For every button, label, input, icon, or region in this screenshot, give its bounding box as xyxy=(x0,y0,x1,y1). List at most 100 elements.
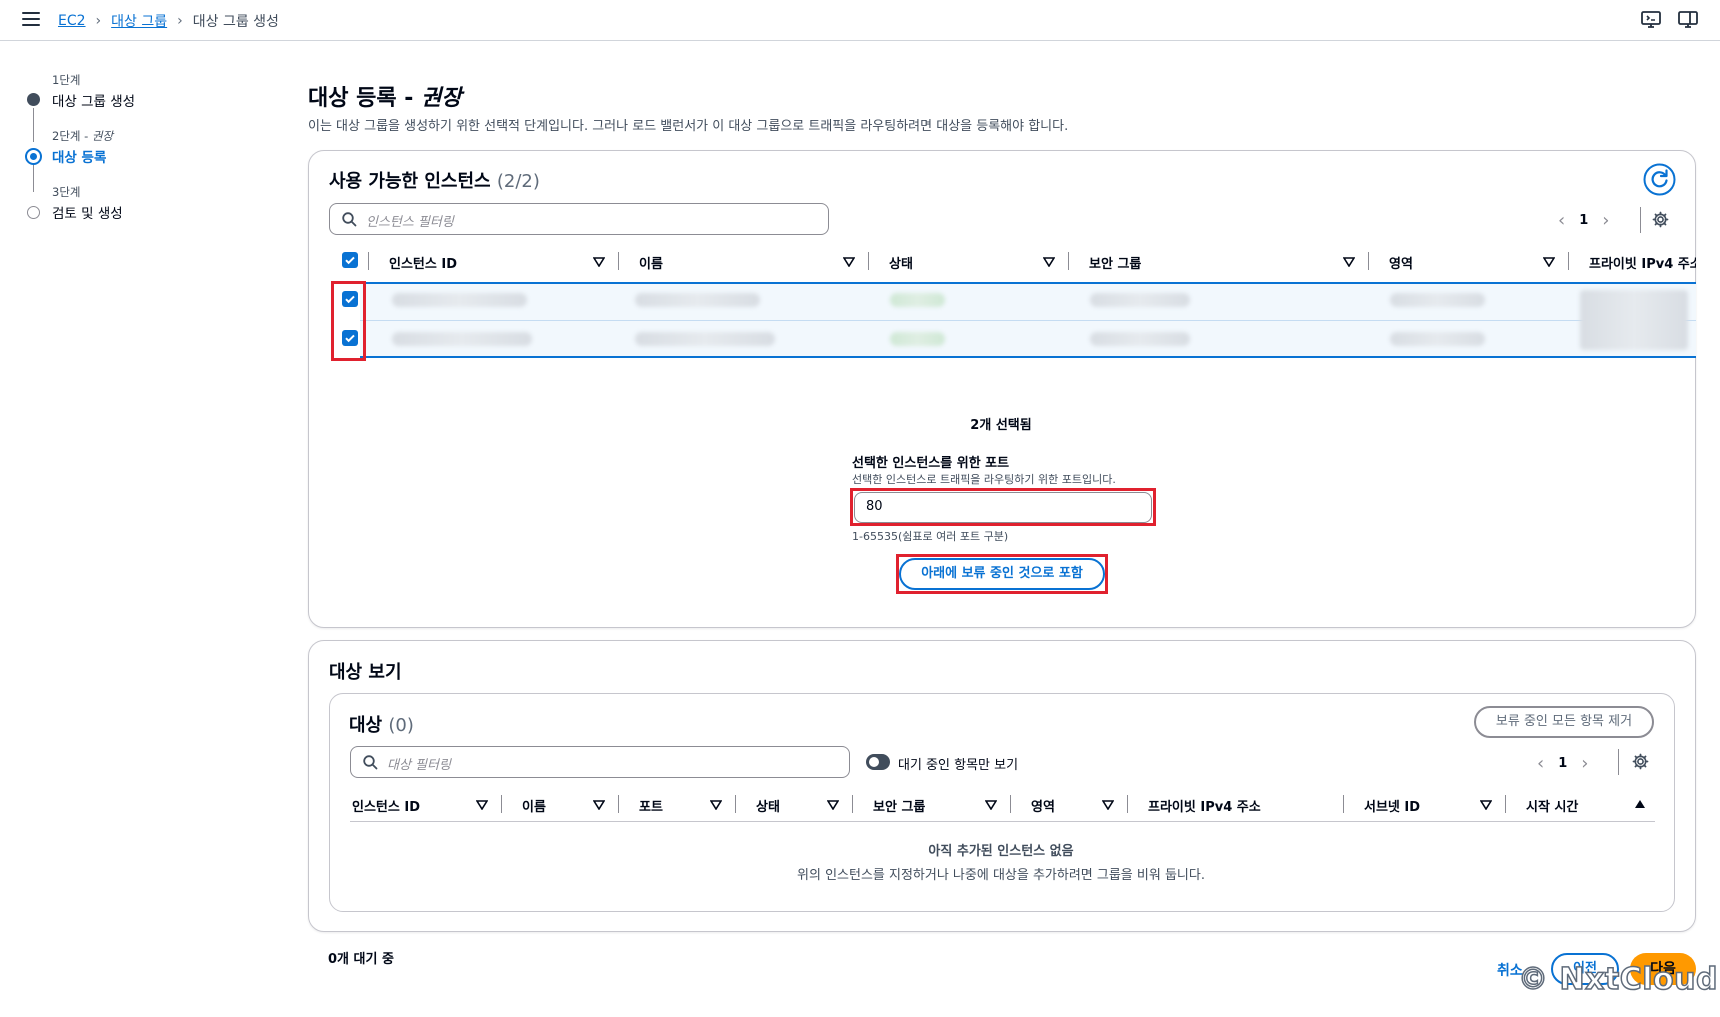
select-all-checkbox[interactable] xyxy=(342,252,358,268)
pending-only-label: 대기 중인 항목만 보기 xyxy=(898,758,1019,773)
step-3-number: 3단계 xyxy=(52,185,81,199)
selected-count: 2개 선택됨 xyxy=(970,418,1032,433)
pending-only-toggle[interactable] xyxy=(866,754,890,770)
column-divider xyxy=(501,795,502,813)
port-label: 선택한 인스턴스를 위한 포트 xyxy=(852,456,1010,471)
top-navigation-bar: EC2 › 대상 그룹 › 대상 그룹 생성 xyxy=(0,0,1720,41)
redacted-zone xyxy=(1390,293,1485,307)
column-header-name[interactable]: 이름 xyxy=(639,253,663,272)
menu-icon[interactable] xyxy=(22,12,40,26)
redacted-status xyxy=(890,293,945,307)
column-divider xyxy=(1368,252,1369,270)
column-divider xyxy=(1568,252,1569,270)
chevron-left-icon[interactable]: ‹ xyxy=(1537,753,1544,774)
step-1-label: 대상 그룹 생성 xyxy=(52,94,136,110)
breadcrumb-target-groups[interactable]: 대상 그룹 xyxy=(111,11,167,31)
target-column-zone[interactable]: 영역 xyxy=(1031,796,1055,815)
port-help-text: 선택한 인스턴스로 트래픽을 라우팅하기 위한 포트입니다. xyxy=(852,473,1116,486)
redacted-private-ipv4 xyxy=(1580,290,1688,350)
sort-down-icon[interactable] xyxy=(827,800,839,810)
step-1-number: 1단계 xyxy=(52,73,81,87)
sort-down-icon[interactable] xyxy=(1480,800,1492,810)
column-header-zone[interactable]: 영역 xyxy=(1389,253,1413,272)
empty-state-title: 아직 추가된 인스턴스 없음 xyxy=(928,844,1074,859)
sort-down-icon[interactable] xyxy=(1043,257,1055,267)
screen-split-icon[interactable] xyxy=(1678,11,1698,29)
available-instances-title: 사용 가능한 인스턴스 (2/2) xyxy=(329,171,540,192)
sort-down-icon[interactable] xyxy=(476,800,488,810)
highlight-include-button xyxy=(896,554,1108,594)
column-divider xyxy=(1068,252,1069,270)
sort-down-icon[interactable] xyxy=(1343,257,1355,267)
step-3-pending-dot xyxy=(27,206,40,219)
target-column-subnet-id[interactable]: 서브넷 ID xyxy=(1364,796,1420,815)
redacted-zone xyxy=(1390,332,1485,346)
pending-count: 0개 대기 중 xyxy=(328,952,394,967)
chevron-left-icon[interactable]: ‹ xyxy=(1558,210,1565,231)
remove-all-pending-button[interactable]: 보류 중인 모든 항목 제거 xyxy=(1474,706,1654,738)
step-connector xyxy=(33,164,34,192)
target-column-port[interactable]: 포트 xyxy=(639,796,663,815)
target-column-name[interactable]: 이름 xyxy=(522,796,546,815)
review-targets-title: 대상 보기 xyxy=(329,662,402,683)
page-title: 대상 등록 - 권장 xyxy=(308,86,462,111)
step-connector xyxy=(33,108,34,142)
port-constraint: 1-65535(쉼표로 여러 포트 구분) xyxy=(852,530,1009,543)
target-column-launch-time[interactable]: 시작 시간 xyxy=(1526,796,1578,815)
targets-title: 대상 (0) xyxy=(349,715,414,736)
sort-down-icon[interactable] xyxy=(985,800,997,810)
settings-gear-icon[interactable] xyxy=(1632,753,1649,770)
sort-down-icon[interactable] xyxy=(593,800,605,810)
redacted-instance-id xyxy=(392,293,527,307)
redacted-security-group xyxy=(1090,293,1190,307)
column-header-security-group[interactable]: 보안 그룹 xyxy=(1089,253,1141,272)
column-divider xyxy=(1127,795,1128,813)
target-column-private-ipv4[interactable]: 프라이빗 IPv4 주소 xyxy=(1148,796,1261,815)
page-description: 이는 대상 그룹을 생성하기 위한 선택적 단계입니다. 그러나 로드 밸런서가… xyxy=(308,119,1069,134)
sort-down-icon[interactable] xyxy=(1543,257,1555,267)
instance-filter-placeholder: 인스턴스 필터링 xyxy=(366,215,454,230)
column-divider xyxy=(1010,795,1011,813)
target-column-security-group[interactable]: 보안 그룹 xyxy=(873,796,925,815)
chevron-right-icon: › xyxy=(177,13,183,29)
redacted-name xyxy=(635,293,760,307)
sort-down-icon[interactable] xyxy=(843,257,855,267)
column-divider xyxy=(735,795,736,813)
sort-up-icon[interactable] xyxy=(1634,799,1646,809)
sort-down-icon[interactable] xyxy=(710,800,722,810)
screen-help-icon[interactable] xyxy=(1641,11,1661,29)
column-divider xyxy=(868,252,869,270)
column-divider xyxy=(1343,795,1344,813)
highlight-checkboxes xyxy=(331,281,366,361)
redacted-instance-id xyxy=(392,332,532,346)
step-2-label: 대상 등록 xyxy=(52,150,107,166)
header-divider xyxy=(350,821,1655,822)
sort-down-icon[interactable] xyxy=(593,257,605,267)
redacted-name xyxy=(635,332,775,346)
current-page[interactable]: 1 xyxy=(1558,756,1567,771)
settings-gear-icon[interactable] xyxy=(1652,211,1669,228)
targets-pagination: ‹ 1 › xyxy=(1537,753,1588,774)
column-divider xyxy=(852,795,853,813)
breadcrumb: EC2 › 대상 그룹 › 대상 그룹 생성 xyxy=(58,11,279,31)
target-filter-input[interactable]: 대상 필터링 xyxy=(350,746,850,778)
column-divider xyxy=(368,252,369,270)
column-header-status[interactable]: 상태 xyxy=(889,253,913,272)
column-divider xyxy=(618,252,619,270)
column-header-instance-id[interactable]: 인스턴스 ID xyxy=(389,253,457,272)
chevron-right-icon[interactable]: › xyxy=(1581,753,1588,774)
step-3-label: 검토 및 생성 xyxy=(52,206,123,222)
sort-down-icon[interactable] xyxy=(1102,800,1114,810)
divider xyxy=(1618,749,1619,775)
highlight-port-input xyxy=(850,488,1156,526)
target-column-status[interactable]: 상태 xyxy=(756,796,780,815)
instance-filter-input[interactable]: 인스턴스 필터링 xyxy=(329,203,829,235)
breadcrumb-current: 대상 그룹 생성 xyxy=(192,14,279,30)
current-page[interactable]: 1 xyxy=(1579,213,1588,228)
target-column-instance-id[interactable]: 인스턴스 ID xyxy=(352,796,420,815)
column-header-private-ipv4[interactable]: 프라이빗 IPv4 주소 xyxy=(1589,253,1696,272)
refresh-icon[interactable] xyxy=(1643,163,1676,196)
breadcrumb-ec2[interactable]: EC2 xyxy=(58,13,86,29)
redacted-security-group xyxy=(1090,332,1190,346)
chevron-right-icon[interactable]: › xyxy=(1602,210,1609,231)
